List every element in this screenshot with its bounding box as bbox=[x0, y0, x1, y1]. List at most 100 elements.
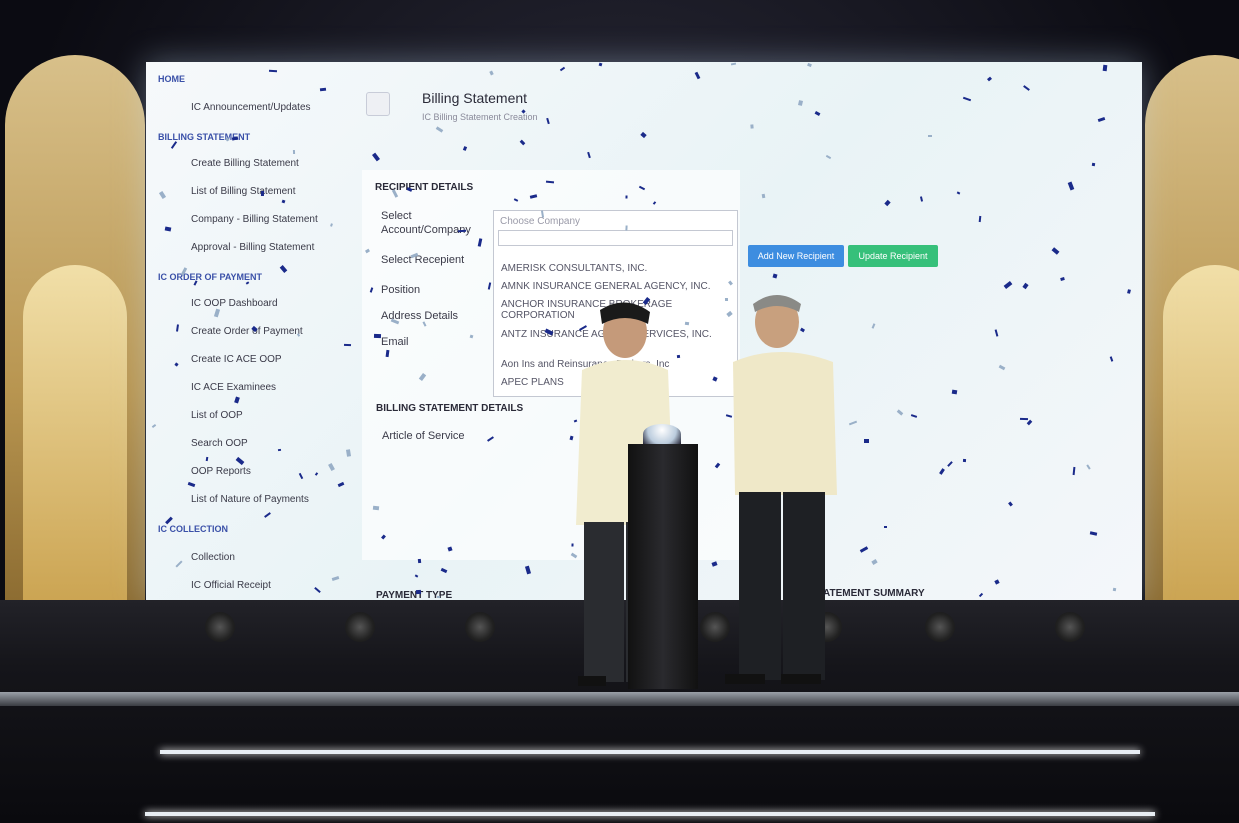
confetti-piece bbox=[864, 439, 869, 443]
billing-details-heading: BILLING STATEMENT DETAILS bbox=[376, 403, 524, 414]
confetti-piece bbox=[884, 199, 891, 207]
confetti-piece bbox=[417, 558, 422, 564]
confetti-piece bbox=[1060, 277, 1065, 281]
sidebar-item-approval-billing[interactable]: Approval - Billing Statement bbox=[191, 242, 314, 253]
person-right bbox=[725, 295, 837, 684]
confetti-piece bbox=[1091, 162, 1096, 167]
confetti-piece bbox=[292, 149, 296, 155]
label-select-company: Select Account/Company bbox=[381, 210, 471, 236]
confetti-piece bbox=[371, 152, 381, 162]
shoe bbox=[725, 674, 765, 684]
confetti-piece bbox=[750, 124, 754, 129]
confetti-piece bbox=[587, 151, 591, 159]
confetti-piece bbox=[372, 505, 380, 511]
launch-button-orb bbox=[643, 424, 681, 444]
confetti-piece bbox=[978, 215, 982, 223]
confetti-piece bbox=[343, 343, 352, 347]
confetti-piece bbox=[164, 226, 172, 232]
sidebar-item-ace-examinees[interactable]: IC ACE Examinees bbox=[191, 382, 276, 393]
confetti-piece bbox=[684, 321, 690, 326]
sidebar-section-oop: IC ORDER OF PAYMENT bbox=[158, 272, 263, 282]
confetti-piece bbox=[825, 154, 832, 160]
confetti-piece bbox=[373, 333, 382, 339]
sidebar-item-announcements[interactable]: IC Announcement/Updates bbox=[191, 102, 311, 113]
arch-inner-panel bbox=[23, 265, 127, 615]
trouser-leg bbox=[783, 492, 825, 680]
confetti-piece bbox=[896, 409, 904, 416]
confetti-piece bbox=[998, 364, 1006, 371]
dropdown-option[interactable]: AMERISK CONSULTANTS, INC. bbox=[501, 263, 729, 274]
confetti-piece bbox=[1112, 587, 1117, 592]
left-decorative-arch bbox=[5, 55, 145, 615]
confetti-piece bbox=[1067, 181, 1075, 191]
sidebar-item-list-oop[interactable]: List of OOP bbox=[191, 410, 243, 421]
confetti-piece bbox=[1089, 531, 1098, 536]
add-recipient-button[interactable]: Add New Recipient bbox=[748, 245, 844, 267]
confetti-piece bbox=[1127, 289, 1131, 294]
dropdown-search-input[interactable] bbox=[498, 230, 733, 246]
confetti-piece bbox=[524, 565, 532, 575]
sidebar-item-company-billing[interactable]: Company - Billing Statement bbox=[191, 214, 318, 225]
confetti-piece bbox=[1097, 116, 1106, 123]
confetti-piece bbox=[694, 71, 701, 80]
confetti-piece bbox=[345, 449, 352, 457]
stage-light bbox=[465, 612, 495, 642]
confetti-piece bbox=[814, 111, 821, 116]
confetti-piece bbox=[910, 414, 918, 418]
stage-light bbox=[345, 612, 375, 642]
sidebar-item-create-billing[interactable]: Create Billing Statement bbox=[191, 158, 299, 169]
confetti-piece bbox=[1003, 280, 1013, 290]
right-decorative-arch bbox=[1145, 55, 1239, 615]
confetti-piece bbox=[625, 195, 628, 199]
confetti-piece bbox=[761, 193, 766, 199]
sidebar-item-oop-reports[interactable]: OOP Reports bbox=[191, 466, 251, 477]
sidebar-item-create-oop[interactable]: Create Order of Payment bbox=[191, 326, 303, 337]
confetti-piece bbox=[962, 96, 972, 102]
confetti-piece bbox=[1022, 282, 1029, 290]
confetti-piece bbox=[457, 229, 467, 233]
confetti-piece bbox=[489, 70, 494, 76]
confetti-piece bbox=[415, 589, 422, 595]
confetti-piece bbox=[1008, 501, 1013, 507]
trouser-leg bbox=[739, 492, 781, 680]
confetti-piece bbox=[772, 273, 778, 279]
confetti-piece bbox=[1086, 464, 1091, 470]
update-recipient-button[interactable]: Update Recipient bbox=[848, 245, 938, 267]
document-icon bbox=[366, 92, 390, 116]
confetti-piece bbox=[939, 468, 945, 475]
sidebar-item-collection[interactable]: Collection bbox=[191, 552, 235, 563]
confetti-piece bbox=[1019, 417, 1029, 421]
confetti-piece bbox=[883, 525, 888, 529]
confetti-piece bbox=[951, 389, 958, 395]
sidebar-section-home: HOME bbox=[158, 74, 185, 84]
sidebar-item-official-receipt[interactable]: IC Official Receipt bbox=[191, 580, 271, 591]
confetti-piece bbox=[848, 420, 858, 426]
led-strip bbox=[160, 750, 1140, 754]
confetti-piece bbox=[711, 561, 718, 567]
sidebar-section-collection: IC COLLECTION bbox=[158, 524, 228, 534]
dropdown-option[interactable]: AMNK INSURANCE GENERAL AGENCY, INC. bbox=[501, 281, 729, 292]
led-strip bbox=[145, 812, 1155, 816]
confetti-piece bbox=[1026, 419, 1033, 426]
sidebar-item-nature-payments[interactable]: List of Nature of Payments bbox=[191, 494, 309, 505]
confetti-piece bbox=[956, 191, 961, 195]
confetti-piece bbox=[1102, 64, 1108, 72]
confetti-piece bbox=[625, 225, 628, 231]
confetti-piece bbox=[797, 100, 804, 106]
confetti-piece bbox=[1051, 247, 1060, 255]
confetti-piece bbox=[1023, 85, 1030, 91]
dropdown-placeholder: Choose Company bbox=[500, 216, 581, 227]
confetti-piece bbox=[1072, 466, 1076, 476]
confetti-piece bbox=[807, 62, 812, 68]
sidebar-item-list-billing[interactable]: List of Billing Statement bbox=[191, 186, 296, 197]
sidebar-item-create-ace-oop[interactable]: Create IC ACE OOP bbox=[191, 354, 282, 365]
confetti-piece bbox=[919, 196, 924, 202]
shoe bbox=[781, 674, 821, 684]
sidebar-item-search-oop[interactable]: Search OOP bbox=[191, 438, 248, 449]
page-subtitle: IC Billing Statement Creation bbox=[422, 112, 538, 122]
stage-light bbox=[925, 612, 955, 642]
confetti-piece bbox=[871, 558, 878, 566]
confetti-piece bbox=[987, 76, 992, 82]
confetti-piece bbox=[435, 126, 444, 133]
sidebar-item-oop-dashboard[interactable]: IC OOP Dashboard bbox=[191, 298, 278, 309]
